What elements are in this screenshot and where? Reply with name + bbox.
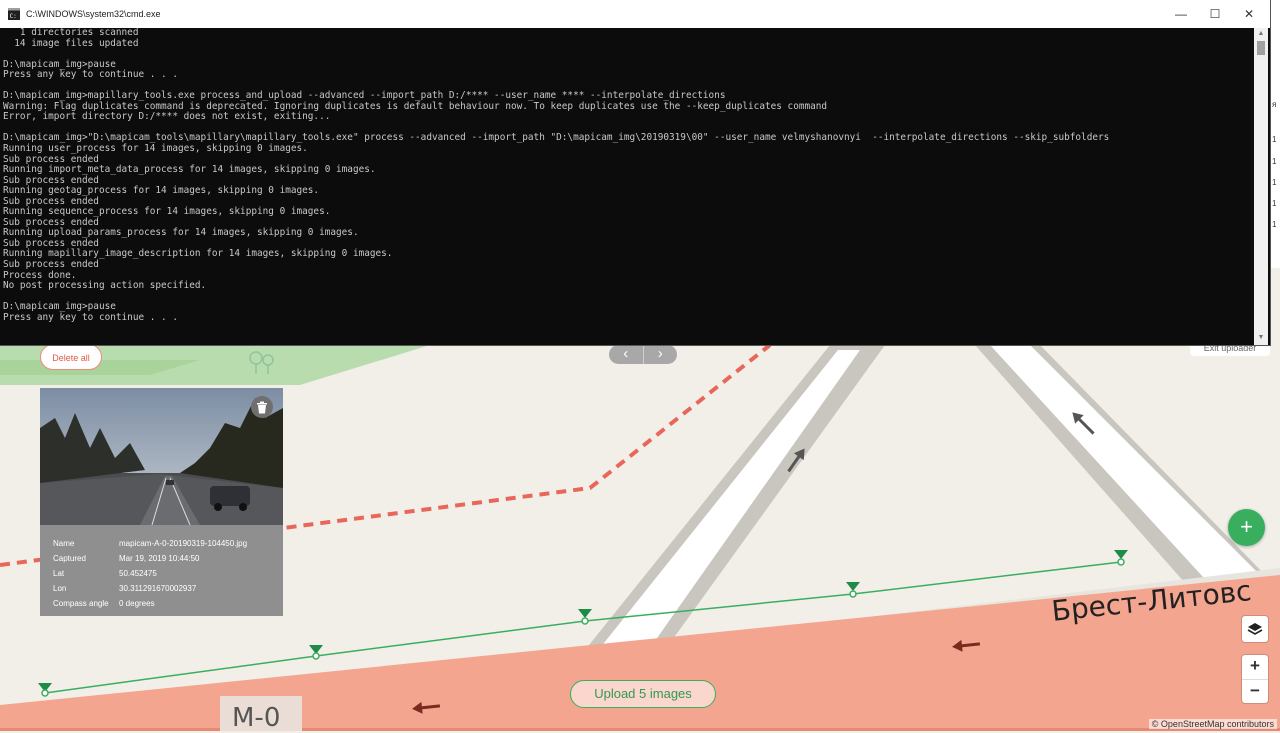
cmd-window[interactable]: C: C:\WINDOWS\system32\cmd.exe — ☐ ✕ 1 d…: [0, 0, 1270, 345]
background-text: 1: [1272, 199, 1277, 208]
console-line: Sub process ended: [3, 153, 99, 165]
photo-metadata: Name mapicam-A-0-20190319-104450.jpg Captu…: [53, 536, 247, 611]
console-line: Running user_process for 14 images, skip…: [3, 143, 308, 155]
console-line: Running mapillary_image_description for …: [3, 248, 393, 260]
zoom-out-button[interactable]: −: [1242, 679, 1268, 704]
layers-icon[interactable]: [1242, 616, 1268, 642]
scrollbar[interactable]: ▲ ▼: [1254, 28, 1268, 345]
console-line: D:\mapicam_img>pause: [3, 58, 116, 70]
zoom-in-button[interactable]: +: [1242, 655, 1268, 679]
console-output[interactable]: 1 directories scanned 14 image files upd…: [3, 28, 1253, 338]
background-window[interactable]: я 1 1 1 1 1: [1270, 0, 1280, 268]
image-pager: ‹ ›: [609, 345, 677, 364]
console-line: Sub process ended: [3, 195, 99, 207]
metadata-value: mapicam-A-0-20190319-104450.jpg: [119, 539, 248, 548]
metadata-key: Lat: [53, 569, 65, 578]
metadata-value: 0 degrees: [119, 599, 155, 608]
console-line: Error, import directory D:/**** does not…: [3, 111, 331, 123]
cmd-icon: C:: [8, 8, 20, 20]
photo-thumbnail[interactable]: [40, 388, 283, 525]
delete-all-button[interactable]: Delete all: [40, 344, 102, 370]
metadata-value: 50.452475: [119, 569, 157, 578]
console-line: Process done.: [3, 269, 77, 281]
close-icon[interactable]: ✕: [1232, 0, 1266, 28]
metadata-row: Compass angle 0 degrees: [53, 596, 247, 611]
console-line: 14 image files updated: [3, 37, 139, 49]
chevron-left-icon[interactable]: ‹: [609, 345, 643, 364]
console-line: Running geotag_process for 14 images, sk…: [3, 185, 320, 197]
console-line: Sub process ended: [3, 174, 99, 186]
metadata-row: Lat 50.452475: [53, 566, 247, 581]
background-text: 1: [1272, 135, 1277, 144]
console-line: Press any key to continue . . .: [3, 311, 178, 323]
metadata-row: Captured Mar 19, 2019 10:44:50: [53, 551, 247, 566]
zoom-control: + −: [1242, 655, 1268, 703]
trash-icon[interactable]: [251, 396, 273, 418]
scroll-down-icon[interactable]: ▼: [1254, 332, 1268, 344]
console-line: Press any key to continue . . .: [3, 69, 178, 81]
console-line: Running import_meta_data_process for 14 …: [3, 164, 376, 176]
console-line: Sub process ended: [3, 259, 99, 271]
road-label: М-0: [232, 703, 281, 733]
metadata-key: Lon: [53, 584, 67, 593]
scroll-thumb[interactable]: [1257, 41, 1265, 55]
svg-text:C:: C:: [10, 13, 17, 20]
console-line: No post processing action specified.: [3, 280, 207, 292]
metadata-value: Mar 19, 2019 10:44:50: [119, 554, 200, 563]
background-text: я: [1272, 100, 1277, 109]
scroll-up-icon[interactable]: ▲: [1254, 28, 1268, 40]
map-attribution[interactable]: © OpenStreetMap contributors: [1148, 719, 1277, 729]
maximize-icon[interactable]: ☐: [1198, 0, 1232, 28]
metadata-key: Captured: [53, 554, 86, 563]
background-text: 1: [1272, 178, 1277, 187]
metadata-row: Lon 30.311291670002937: [53, 581, 247, 596]
console-line: Sub process ended: [3, 237, 99, 249]
metadata-value: 30.311291670002937: [119, 584, 197, 593]
cmd-title: C:\WINDOWS\system32\cmd.exe: [26, 9, 161, 19]
upload-images-button[interactable]: Upload 5 images: [570, 680, 716, 708]
console-line: Running sequence_process for 14 images, …: [3, 206, 331, 218]
console-line: D:\mapicam_img>mapillary_tools.exe proce…: [3, 90, 726, 102]
chevron-right-icon[interactable]: ›: [642, 345, 678, 364]
minimize-icon[interactable]: —: [1164, 0, 1198, 28]
console-line: Warning: Flag duplicates command is depr…: [3, 100, 828, 112]
console-line: D:\mapicam_img>"D:\mapicam_tools\mapilla…: [3, 132, 1110, 144]
cmd-titlebar[interactable]: C: C:\WINDOWS\system32\cmd.exe — ☐ ✕: [0, 0, 1270, 28]
console-line: 1 directories scanned: [3, 28, 139, 38]
console-line: Running upload_params_process for 14 ima…: [3, 227, 359, 239]
photo-card: Name mapicam-A-0-20190319-104450.jpg Captu…: [40, 388, 283, 616]
console-line: Sub process ended: [3, 216, 99, 228]
console-line: D:\mapicam_img>pause: [3, 301, 116, 313]
metadata-key: Compass angle: [53, 599, 109, 608]
add-button[interactable]: +: [1228, 509, 1265, 546]
metadata-key: Name: [53, 539, 75, 548]
metadata-row: Name mapicam-A-0-20190319-104450.jpg: [53, 536, 247, 551]
background-text: 1: [1272, 220, 1277, 229]
background-text: 1: [1272, 157, 1277, 166]
